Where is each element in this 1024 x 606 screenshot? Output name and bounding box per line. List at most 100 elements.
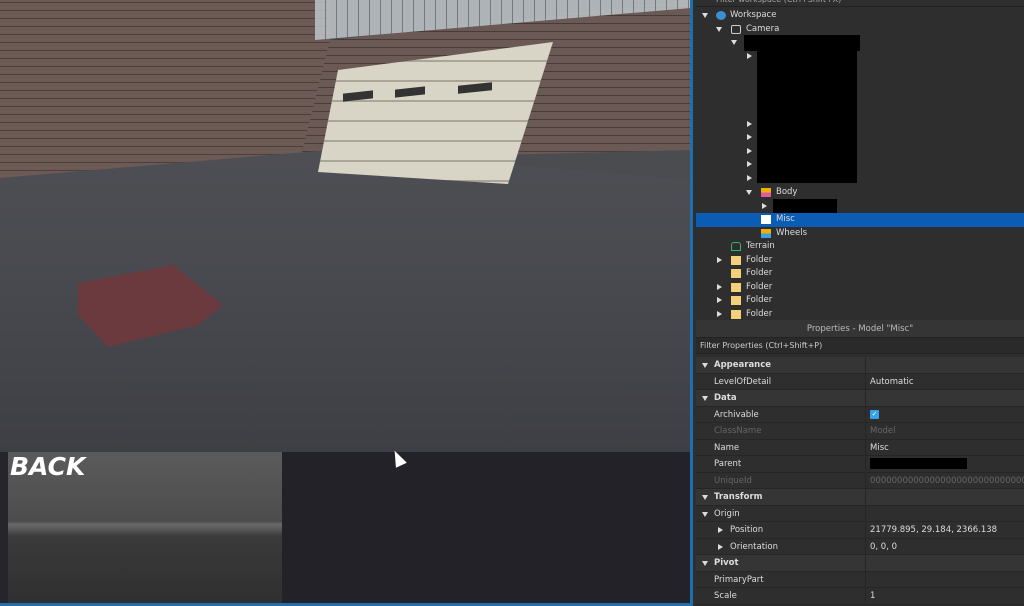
collapse-arrow-icon[interactable]	[702, 363, 708, 368]
prop-classname: ClassName Model	[696, 423, 1024, 440]
expand-arrow-icon[interactable]	[747, 175, 752, 181]
tree-label: Wheels	[776, 227, 808, 238]
prop-scale[interactable]: Scale 1	[696, 588, 1024, 605]
globe-icon	[716, 11, 726, 20]
expand-arrow-icon[interactable]	[717, 283, 722, 290]
collapse-arrow-icon[interactable]	[702, 511, 708, 517]
prop-origin[interactable]: Origin	[696, 505, 1024, 522]
expand-arrow-icon[interactable]	[762, 203, 767, 209]
collapse-arrow-icon[interactable]	[702, 396, 708, 401]
category-label: Data	[696, 390, 866, 406]
terrain-icon	[731, 242, 741, 251]
tree-label: Folder	[746, 254, 773, 265]
expand-arrow-icon[interactable]	[747, 161, 752, 167]
folder-icon	[731, 309, 741, 319]
category-label: Appearance	[696, 357, 866, 373]
prop-name: Archivable	[696, 406, 866, 422]
tree-item-folder[interactable]: Folder	[696, 308, 1024, 321]
category-pivot[interactable]: Pivot	[696, 555, 1024, 572]
tree-item-folder[interactable]: Folder	[696, 281, 1024, 295]
collapse-arrow-icon[interactable]	[702, 495, 708, 500]
expand-arrow-icon[interactable]	[746, 190, 752, 195]
tree-item-workspace[interactable]: Workspace	[696, 9, 1024, 23]
collapse-arrow-icon[interactable]	[702, 561, 708, 566]
expand-arrow-icon[interactable]	[717, 310, 722, 317]
back-button[interactable]: BACK	[10, 452, 85, 481]
prop-name: ClassName	[696, 423, 866, 439]
prop-value[interactable]: Misc	[866, 440, 1024, 456]
tree-item-misc[interactable]: Misc	[696, 213, 1024, 227]
expand-arrow-icon[interactable]	[702, 13, 708, 18]
tree-item-folder[interactable]: Folder	[696, 294, 1024, 308]
tree-label: Body	[776, 187, 798, 197]
prop-value[interactable]: 21779.895, 29.184, 2366.138	[866, 522, 1024, 538]
camera-icon	[731, 24, 741, 34]
expand-arrow-icon[interactable]	[747, 134, 752, 140]
model-icon	[761, 188, 771, 197]
prop-name: PrimaryPart	[696, 571, 866, 587]
tree-item-camera[interactable]: Camera	[696, 23, 1024, 37]
folder-icon	[731, 296, 741, 305]
folder-icon	[731, 282, 741, 292]
category-data[interactable]: Data	[696, 390, 1024, 407]
expand-arrow-icon[interactable]	[718, 527, 723, 533]
prop-name: Origin	[696, 505, 866, 521]
prop-value: Model	[870, 426, 896, 436]
prop-value[interactable]: 1	[866, 588, 1024, 604]
tree-label: Workspace	[730, 10, 777, 20]
prop-name[interactable]: Name Misc	[696, 439, 1024, 456]
tree-label: Misc	[776, 214, 795, 224]
category-label: Transform	[696, 489, 866, 505]
prop-value[interactable]: Automatic	[866, 374, 1024, 390]
tree-label: Folder	[746, 308, 773, 319]
category-appearance[interactable]: Appearance	[696, 357, 1024, 374]
properties-title: Properties - Model "Misc"	[696, 320, 1024, 338]
folder-icon	[731, 255, 741, 265]
prop-name: Scale	[696, 588, 866, 604]
archivable-checkbox[interactable]: ✓	[870, 409, 879, 419]
expand-arrow-icon[interactable]	[718, 543, 723, 550]
model-icon	[761, 228, 771, 238]
tree-label: Camera	[746, 23, 780, 34]
expand-arrow-icon[interactable]	[747, 53, 752, 59]
prop-name: Parent	[696, 456, 866, 472]
category-label: Pivot	[696, 555, 866, 571]
redacted-block	[870, 458, 967, 469]
expand-arrow-icon[interactable]	[716, 26, 722, 32]
prop-position[interactable]: Position 21779.895, 29.184, 2366.138	[696, 522, 1024, 539]
prop-value[interactable]: 0, 0, 0	[866, 539, 1024, 555]
tree-item-body[interactable]: Body	[696, 186, 1024, 200]
prop-value: 00000000000000000000000000000000	[870, 475, 1024, 486]
prop-primarypart[interactable]: PrimaryPart	[696, 571, 1024, 588]
tree-label: Folder	[746, 281, 773, 292]
expand-arrow-icon[interactable]	[717, 256, 722, 263]
prop-name: UniqueId	[696, 472, 866, 488]
tree-label: Folder	[746, 295, 773, 305]
category-transform[interactable]: Transform	[696, 489, 1024, 506]
brick-wall-left	[0, 0, 330, 178]
viewport-border	[690, 0, 693, 606]
tree-item-terrain[interactable]: Terrain	[696, 240, 1024, 254]
expand-arrow-icon[interactable]	[717, 297, 722, 303]
prop-name: LevelOfDetail	[696, 373, 866, 389]
prop-orientation[interactable]: Orientation 0, 0, 0	[696, 538, 1024, 555]
prop-parent[interactable]: Parent	[696, 456, 1024, 473]
explorer-filter-input[interactable]: Filter workspace (Ctrl+Shift+X)	[696, 0, 1024, 7]
folder-icon	[731, 269, 741, 278]
tree-item-wheels[interactable]: Wheels	[696, 227, 1024, 241]
properties-filter-input[interactable]: Filter Properties (Ctrl+Shift+P)	[696, 338, 1024, 354]
prop-name: Name	[696, 439, 866, 455]
expand-arrow-icon[interactable]	[747, 121, 752, 127]
redacted-block	[757, 50, 857, 183]
redacted-block	[773, 199, 837, 213]
prop-archivable[interactable]: Archivable ✓	[696, 406, 1024, 423]
prop-uniqueid: UniqueId 00000000000000000000000000000000	[696, 472, 1024, 489]
tree-label: Folder	[746, 268, 773, 278]
prop-level-of-detail[interactable]: LevelOfDetail Automatic	[696, 373, 1024, 390]
3d-viewport[interactable]: BACK	[0, 0, 691, 606]
tree-item-folder[interactable]: Folder	[696, 254, 1024, 268]
expand-arrow-icon[interactable]	[747, 148, 752, 154]
expand-arrow-icon[interactable]	[731, 40, 737, 45]
gui-panel-right	[282, 452, 691, 606]
tree-item-folder[interactable]: Folder	[696, 267, 1024, 281]
